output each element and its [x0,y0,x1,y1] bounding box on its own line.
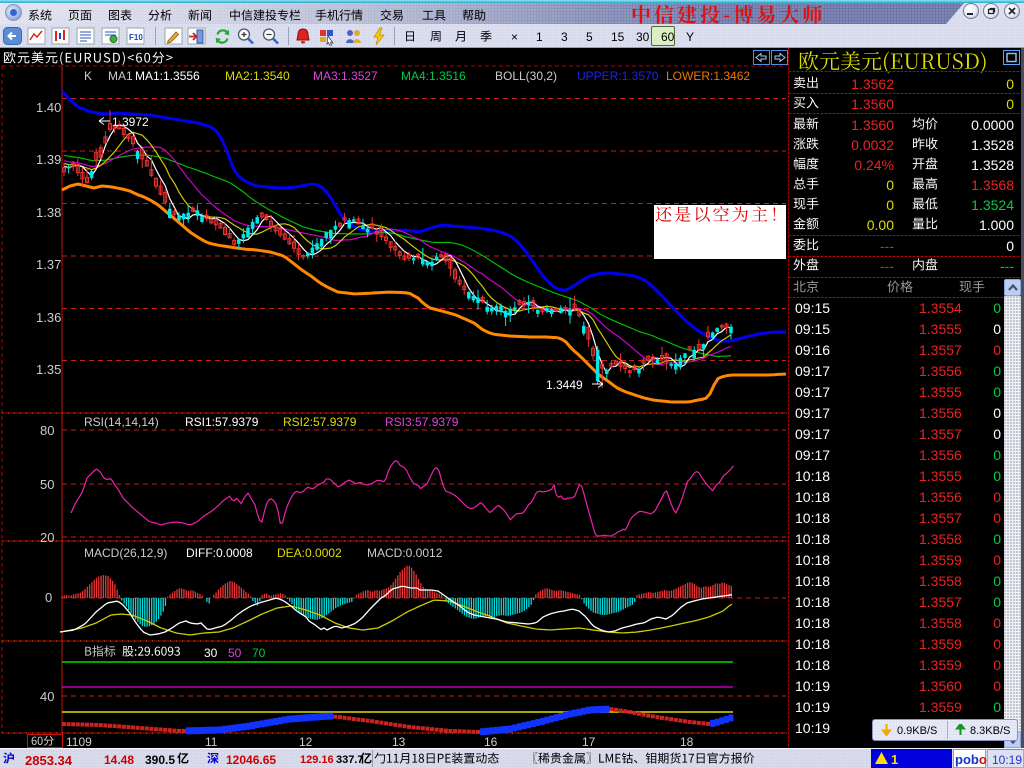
svg-text:1.3972: 1.3972 [112,115,149,129]
svg-text:F10: F10 [129,33,143,42]
svg-text:1.3449: 1.3449 [546,378,583,392]
